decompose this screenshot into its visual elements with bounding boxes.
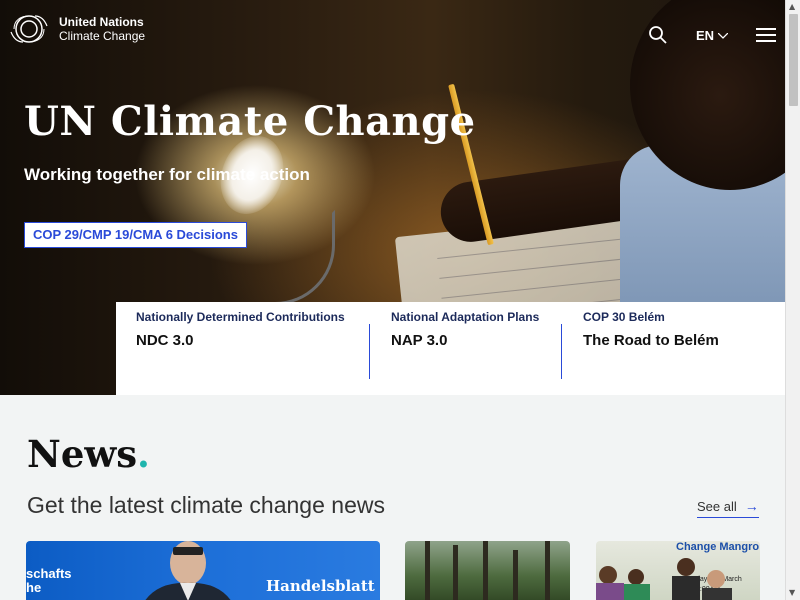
news-card-image-text: schafts he: [26, 566, 72, 595]
feature-divider: [561, 324, 562, 379]
feature-title: NAP 3.0: [391, 332, 448, 349]
see-all-news-link[interactable]: See all →: [697, 498, 759, 518]
logo-line-1: United Nations: [59, 15, 144, 29]
news-card-image-people: [596, 558, 732, 600]
news-subheading: Get the latest climate change news: [27, 492, 385, 518]
arrow-right-icon: →: [744, 498, 759, 514]
news-card-image-brand: Handelsblatt: [266, 577, 375, 595]
cop29-decisions-button[interactable]: COP 29/CMP 19/CMA 6 Decisions: [24, 222, 247, 248]
un-climate-logo-icon: [10, 15, 48, 43]
chevron-down-icon: [718, 32, 729, 39]
feature-ndc[interactable]: Nationally Determined Contributions NDC …: [136, 310, 345, 349]
search-icon[interactable]: [648, 25, 668, 45]
news-heading-text: News: [27, 432, 138, 476]
feature-title: The Road to Belém: [583, 332, 719, 349]
news-heading-dot: .: [137, 432, 150, 476]
feature-divider: [369, 324, 370, 379]
feature-kicker: COP 30 Belém: [583, 310, 665, 324]
language-selector[interactable]: EN: [696, 28, 729, 43]
scroll-up-icon[interactable]: ▲: [789, 2, 795, 11]
feature-kicker: National Adaptation Plans: [391, 310, 540, 324]
news-card-image-banner: Change Mangro: [676, 541, 760, 553]
hero-subtitle: Working together for climate action: [24, 165, 310, 184]
language-label: EN: [696, 28, 715, 43]
see-all-label: See all: [697, 498, 737, 514]
news-card[interactable]: [405, 541, 570, 600]
site-logo[interactable]: United Nations Climate Change: [9, 14, 145, 44]
news-heading: News.: [27, 432, 150, 476]
feature-cop30[interactable]: COP 30 Belém The Road to Belém: [583, 310, 719, 349]
logo-line-2: Climate Change: [59, 29, 146, 43]
hero-title: UN Climate Change: [24, 98, 476, 145]
feature-nap[interactable]: National Adaptation Plans NAP 3.0: [391, 310, 539, 349]
scroll-down-icon[interactable]: ▼: [789, 588, 795, 597]
feature-title: NDC 3.0: [136, 332, 194, 349]
hamburger-menu-icon[interactable]: [756, 28, 776, 42]
feature-links: Nationally Determined Contributions NDC …: [116, 302, 785, 395]
scrollbar-thumb[interactable]: [789, 14, 798, 106]
page-scrollbar[interactable]: ▲ ▼: [785, 0, 800, 600]
feature-kicker: Nationally Determined Contributions: [136, 310, 345, 324]
news-card-image-person: [145, 541, 231, 600]
news-card[interactable]: Change Mangro day, 6th March3:00AM: [596, 541, 760, 600]
news-card[interactable]: schafts he Handelsblatt: [26, 541, 380, 600]
